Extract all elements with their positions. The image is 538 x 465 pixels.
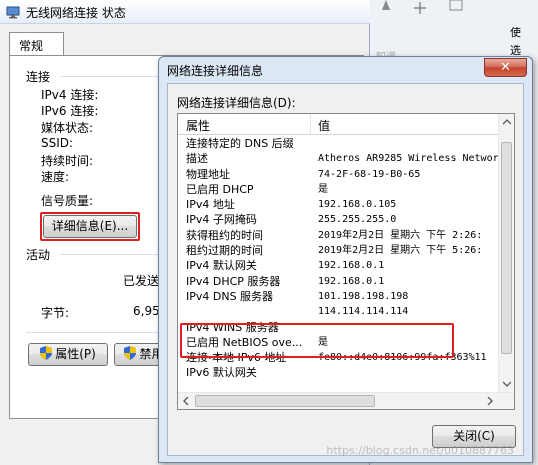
- connection-heading: 连接: [26, 70, 51, 84]
- sent-label: 已发送: [123, 274, 160, 288]
- value-cell: 是: [318, 183, 328, 195]
- shield-icon: [124, 346, 137, 360]
- bg-radio-1: 使: [510, 26, 521, 39]
- dialog-title: 网络连接详细信息: [167, 64, 264, 78]
- value-cell: 255.255.255.0: [318, 214, 397, 226]
- shield-icon: [40, 346, 53, 360]
- signal-quality-label: 信号质量:: [41, 194, 94, 208]
- list-item[interactable]: 获得租约的时间 2019年2月2日 星期六 下午 2:26:: [178, 228, 500, 243]
- list-item[interactable]: IPv4 DHCP 服务器 192.168.0.1: [178, 274, 500, 289]
- property-cell: IPv4 DNS 服务器: [186, 289, 274, 303]
- list-item[interactable]: 物理地址 74-2F-68-19-B0-65: [178, 167, 500, 182]
- value-cell: 74-2F-68-19-B0-65: [318, 168, 421, 180]
- property-cell: IPv4 地址: [186, 198, 235, 212]
- properties-button[interactable]: 属性(P): [28, 343, 108, 366]
- property-cell: 连接特定的 DNS 后缀: [186, 137, 294, 150]
- background-window: 知道 使 选: [370, 0, 538, 63]
- list-item[interactable]: IPv4 DNS 服务器 101.198.198.198: [178, 289, 500, 304]
- list-item[interactable]: IPv6 默认网关: [178, 365, 500, 380]
- list-item[interactable]: IPv4 子网掩码 255.255.255.0: [178, 212, 500, 227]
- property-cell: 获得租约的时间: [186, 228, 263, 242]
- list-item[interactable]: IPv4 地址 192.168.0.105: [178, 197, 500, 212]
- value-cell: 192.168.0.1: [318, 260, 385, 272]
- tab-general-label: 常规: [19, 39, 44, 53]
- toolbar-icons: [382, 0, 463, 14]
- property-cell: IPv6 默认网关: [186, 366, 257, 380]
- value-cell: 2019年2月2日 星期六 下午 5:26:: [318, 245, 483, 257]
- horizontal-scrollbar[interactable]: [178, 392, 514, 409]
- scroll-left-icon[interactable]: [183, 397, 189, 405]
- vertical-scrollbar[interactable]: [498, 114, 514, 392]
- details-dialog: 网络连接详细信息 ✕ 网络连接详细信息(D): 属性 值 连接特定的 DNS 后…: [158, 56, 533, 463]
- close-icon[interactable]: ✕: [484, 58, 527, 77]
- vertical-scroll-thumb[interactable]: [501, 142, 512, 354]
- details-list[interactable]: 属性 值 连接特定的 DNS 后缀 描述 Atheros AR9285 Wirele…: [177, 113, 515, 410]
- list-item[interactable]: IPv4 默认网关 192.168.0.1: [178, 258, 500, 273]
- value-cell: 114.114.114.114: [318, 306, 409, 318]
- activity-heading: 活动: [26, 248, 51, 262]
- property-cell: 租约过期的时间: [186, 244, 263, 258]
- bytes-label: 字节:: [41, 306, 70, 320]
- media-state-label: 媒体状态:: [41, 121, 94, 135]
- tab-general[interactable]: 常规: [9, 32, 64, 56]
- scroll-up-icon[interactable]: [503, 119, 511, 125]
- property-cell: 描述: [186, 152, 208, 166]
- list-header: 属性 值: [178, 114, 514, 135]
- list-item[interactable]: 已启用 DHCP 是: [178, 182, 500, 197]
- dns-highlight: [180, 323, 454, 358]
- scroll-right-icon[interactable]: [487, 397, 493, 405]
- column-separator[interactable]: [310, 114, 311, 135]
- ipv6-connection-label: IPv6 连接:: [41, 104, 99, 118]
- value-cell: 101.198.198.198: [318, 290, 409, 302]
- dialog-body: 网络连接详细信息(D): 属性 值 连接特定的 DNS 后缀 描述 Atheros …: [167, 83, 524, 456]
- horizontal-scroll-thumb[interactable]: [195, 395, 375, 407]
- value-cell: 192.168.0.105: [318, 199, 397, 211]
- list-caption: 网络连接详细信息(D):: [177, 96, 296, 110]
- property-cell: 已启用 DHCP: [186, 182, 254, 196]
- network-icon: [6, 6, 20, 19]
- value-cell: 2019年2月2日 星期六 下午 2:26:: [318, 229, 483, 241]
- property-cell: IPv4 默认网关: [186, 259, 257, 273]
- list-item[interactable]: 描述 Atheros AR9285 Wireless Networ: [178, 151, 500, 166]
- value-cell: 192.168.0.1: [318, 275, 385, 287]
- column-property[interactable]: 属性: [186, 117, 210, 134]
- property-cell: 物理地址: [186, 167, 230, 181]
- property-cell: IPv4 子网掩码: [186, 213, 257, 227]
- properties-button-label: 属性(P): [55, 347, 96, 361]
- column-value[interactable]: 值: [318, 117, 330, 134]
- watermark: https://blog.csdn.net/u010887763: [326, 444, 514, 457]
- status-window-title: 无线网络连接 状态: [26, 6, 126, 20]
- scroll-down-icon[interactable]: [503, 381, 511, 387]
- list-item[interactable]: 连接特定的 DNS 后缀: [178, 136, 500, 151]
- status-title-bar: 无线网络连接 状态: [0, 0, 370, 24]
- speed-label: 速度:: [41, 170, 70, 184]
- value-cell: Atheros AR9285 Wireless Networ: [318, 153, 499, 165]
- property-cell: IPv4 DHCP 服务器: [186, 274, 281, 288]
- list-item[interactable]: 租约过期的时间 2019年2月2日 星期六 下午 5:26:: [178, 243, 500, 258]
- bytes-sent-value: 6,95: [133, 304, 160, 318]
- duration-label: 持续时间:: [41, 154, 94, 168]
- ipv4-connection-label: IPv4 连接:: [41, 88, 99, 102]
- list-item[interactable]: 114.114.114.114: [178, 304, 500, 319]
- details-highlight: [40, 212, 140, 241]
- ssid-label: SSID:: [41, 136, 74, 150]
